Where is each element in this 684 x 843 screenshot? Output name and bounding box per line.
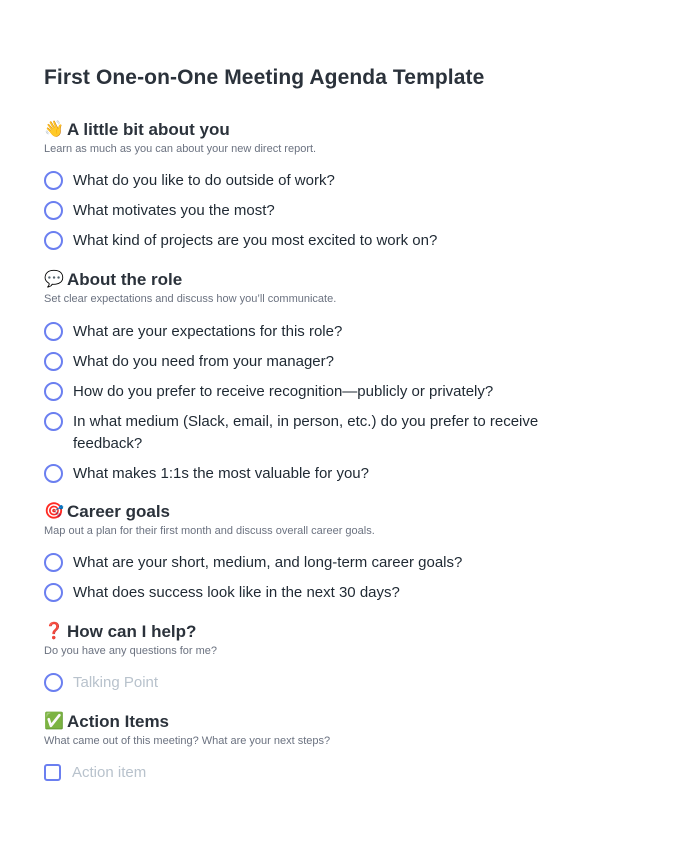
section-description: Set clear expectations and discuss how y… xyxy=(44,293,337,305)
list-item[interactable]: What does success look like in the next … xyxy=(44,582,604,604)
section-about-role: 💬 About the role Set clear expectations … xyxy=(44,268,604,493)
section-how-can-i-help: ❓ How can I help? Do you have any questi… xyxy=(44,620,604,702)
section-career-goals: 🎯 Career goals Map out a plan for their … xyxy=(44,500,604,612)
speech-bubble-icon: 💬 xyxy=(44,271,64,288)
question-mark-icon: ❓ xyxy=(44,623,64,640)
section-heading: ❓ How can I help? xyxy=(44,620,604,644)
action-item-input[interactable]: Action item xyxy=(44,762,604,784)
target-icon: 🎯 xyxy=(44,503,64,520)
list-item[interactable]: What are your expectations for this role… xyxy=(44,321,604,343)
list-item[interactable]: What do you like to do outside of work? xyxy=(44,170,604,192)
section-about-you: 👋 A little bit about you Learn as much a… xyxy=(44,118,604,260)
list-item[interactable]: What do you need from your manager? xyxy=(44,351,604,373)
list-item[interactable]: What kind of projects are you most excit… xyxy=(44,230,604,252)
section-heading-text: A little bit about you xyxy=(67,120,230,139)
radio-circle-icon[interactable] xyxy=(44,201,63,220)
section-heading-text: About the role xyxy=(67,270,183,289)
section-heading: 🎯 Career goals xyxy=(44,500,604,524)
checkbox-icon[interactable] xyxy=(44,764,61,781)
section-heading-text: Career goals xyxy=(67,502,170,521)
list-item[interactable]: How do you prefer to receive recognition… xyxy=(44,381,604,403)
list-item[interactable]: What makes 1:1s the most valuable for yo… xyxy=(44,463,604,485)
radio-circle-icon[interactable] xyxy=(44,464,63,483)
section-heading: 👋 A little bit about you xyxy=(44,118,604,142)
section-action-items: ✅ Action Items What came out of this mee… xyxy=(44,710,604,792)
talking-point-input[interactable]: Talking Point xyxy=(44,672,604,694)
section-heading-text: How can I help? xyxy=(67,622,197,641)
page-title: First One-on-One Meeting Agenda Template xyxy=(44,66,485,89)
section-heading: ✅ Action Items xyxy=(44,710,604,734)
radio-circle-icon[interactable] xyxy=(44,322,63,341)
section-heading-text: Action Items xyxy=(67,712,170,731)
list-item[interactable]: What motivates you the most? xyxy=(44,200,604,222)
radio-circle-icon[interactable] xyxy=(44,412,63,431)
waving-hand-icon: 👋 xyxy=(44,121,64,138)
check-mark-icon: ✅ xyxy=(44,713,64,730)
section-description: Do you have any questions for me? xyxy=(44,645,218,657)
radio-circle-icon[interactable] xyxy=(44,583,63,602)
section-description: What came out of this meeting? What are … xyxy=(44,735,331,747)
radio-circle-icon[interactable] xyxy=(44,171,63,190)
radio-circle-icon[interactable] xyxy=(44,382,63,401)
list-item[interactable]: What are your short, medium, and long-te… xyxy=(44,552,604,574)
section-description: Learn as much as you can about your new … xyxy=(44,143,317,155)
radio-circle-icon[interactable] xyxy=(44,673,63,692)
section-heading: 💬 About the role xyxy=(44,268,604,292)
section-description: Map out a plan for their first month and… xyxy=(44,525,375,537)
list-item[interactable]: In what medium (Slack, email, in person,… xyxy=(44,411,604,455)
radio-circle-icon[interactable] xyxy=(44,231,63,250)
radio-circle-icon[interactable] xyxy=(44,553,63,572)
radio-circle-icon[interactable] xyxy=(44,352,63,371)
